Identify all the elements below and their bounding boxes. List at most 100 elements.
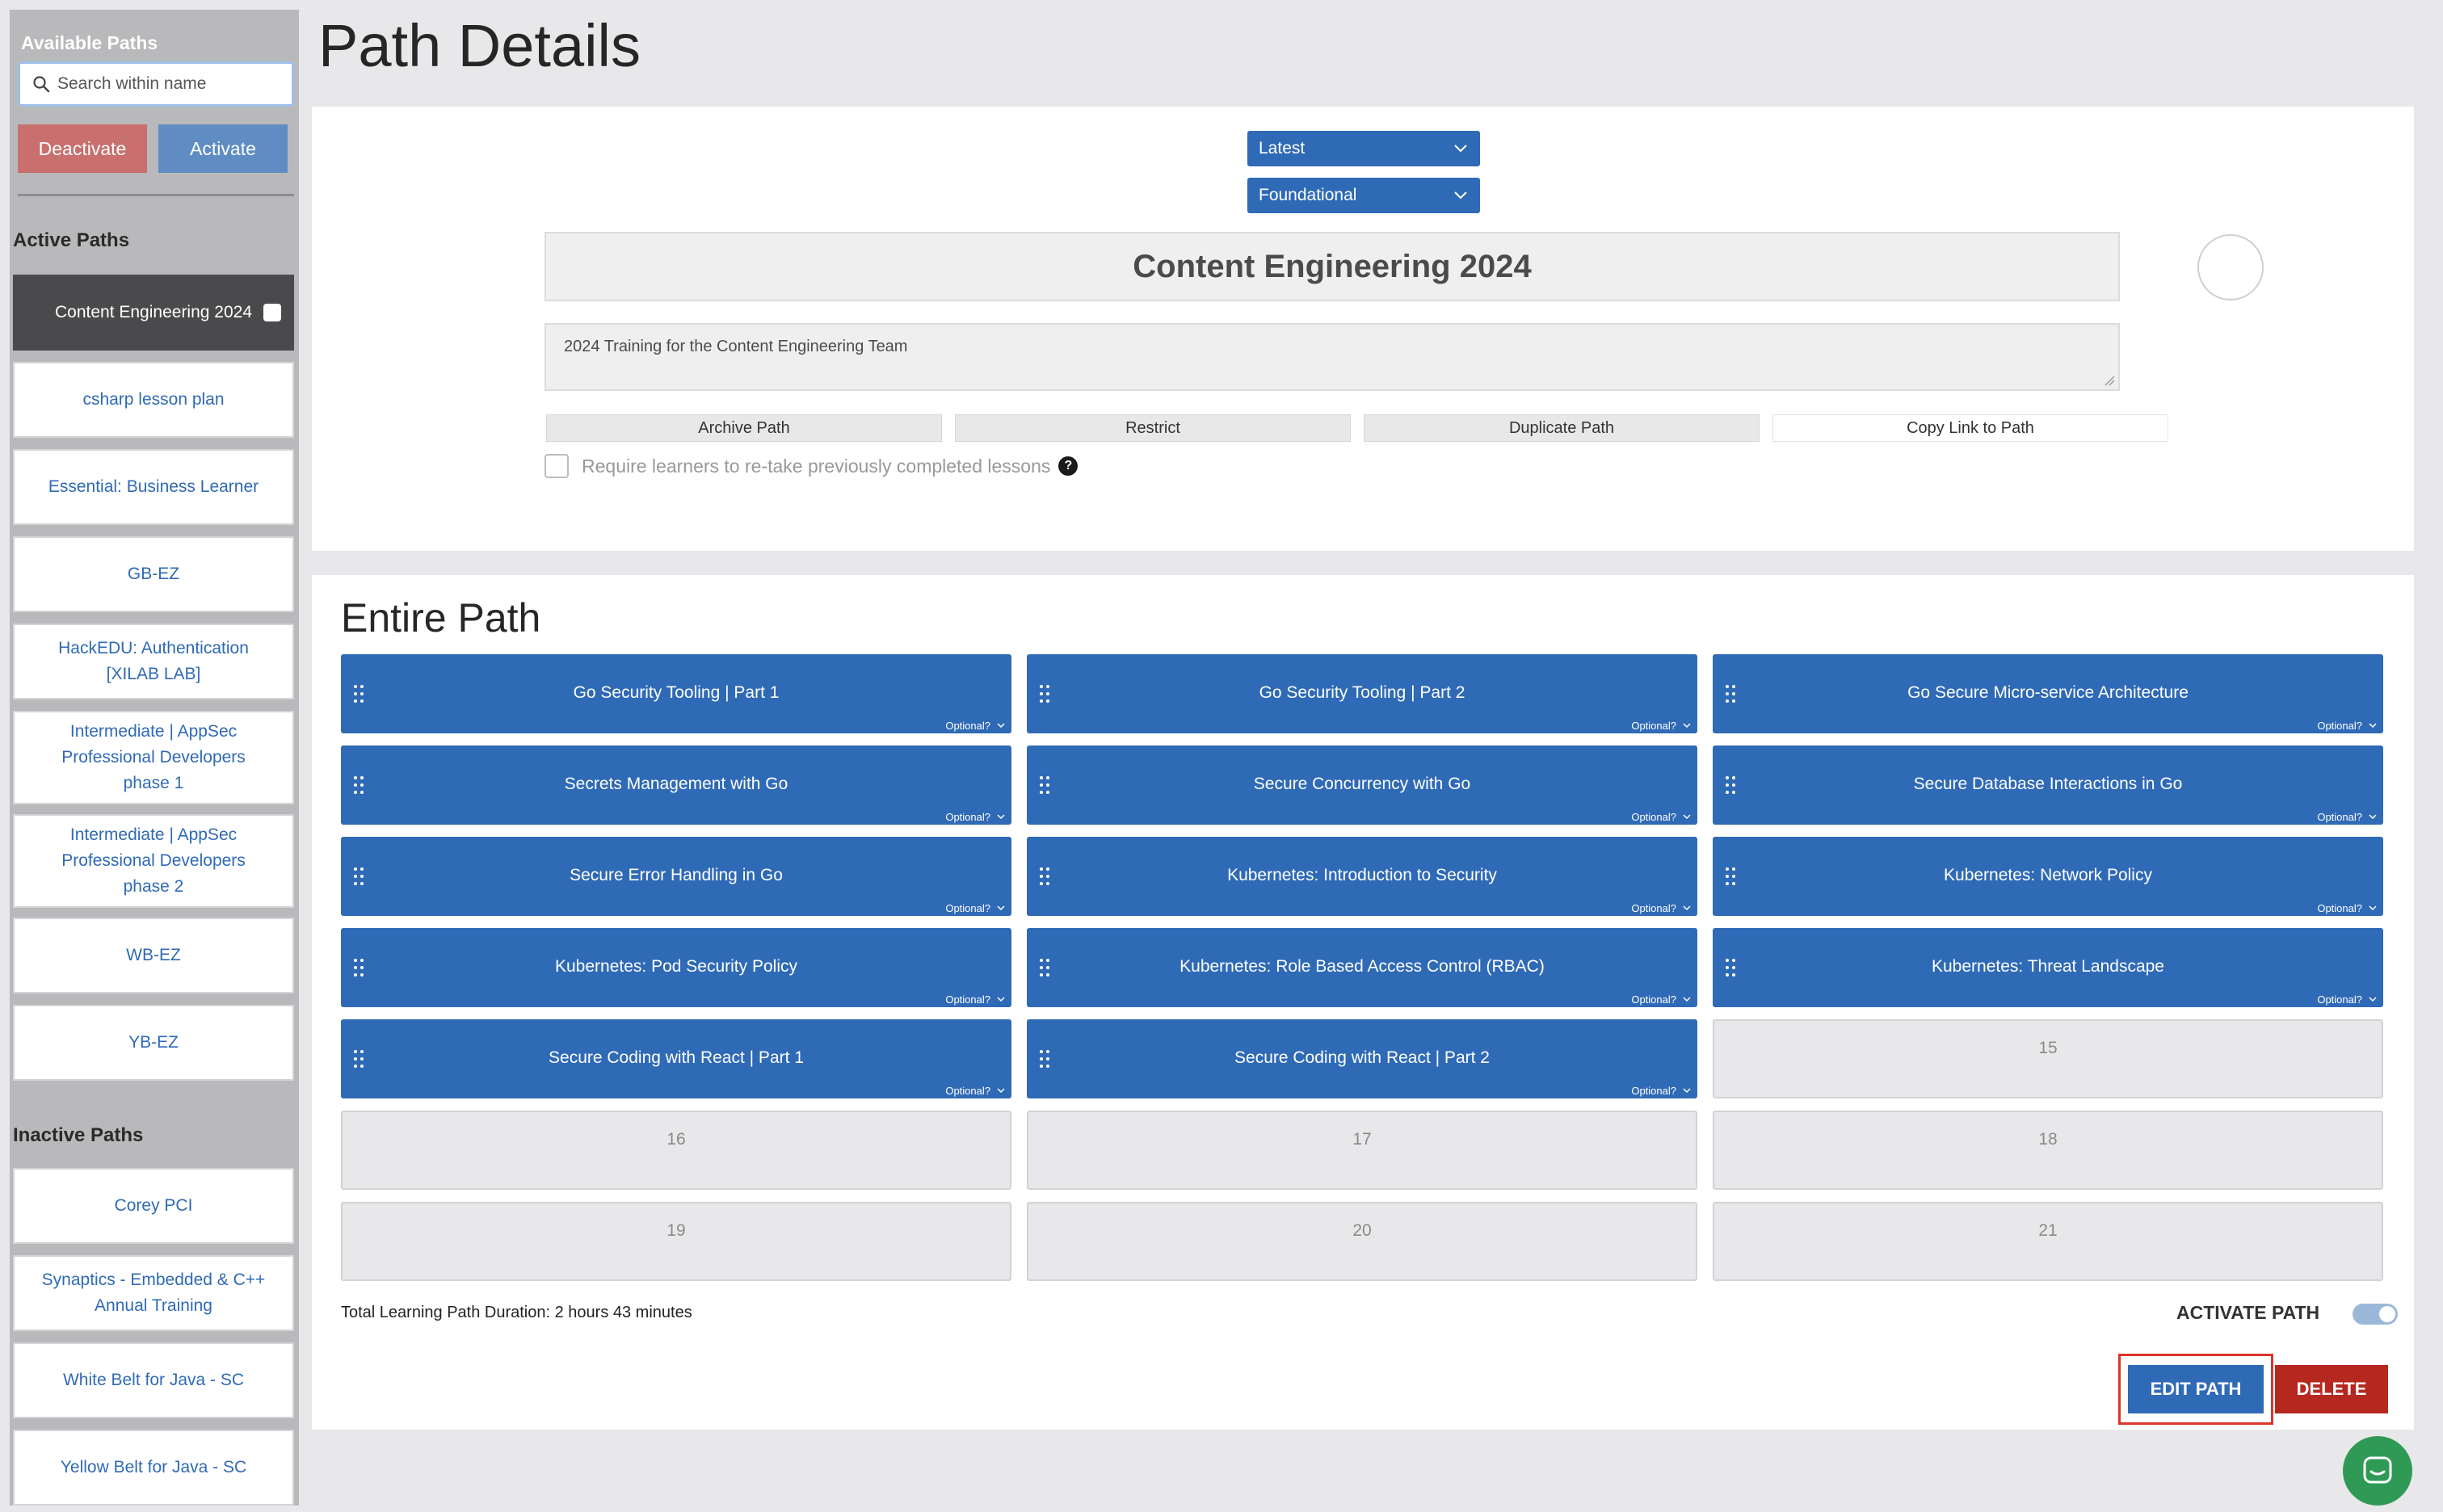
restrict-button[interactable]: Restrict xyxy=(955,414,1351,442)
path-item-synaptics-embedded[interactable]: Synaptics - Embedded & C++ Annual Traini… xyxy=(13,1255,294,1331)
resize-handle-icon[interactable] xyxy=(2104,375,2115,386)
chevron-down-icon[interactable] xyxy=(2369,721,2377,729)
activate-button[interactable]: Activate xyxy=(158,124,288,173)
lesson-tile[interactable]: Kubernetes: Introduction to Security Opt… xyxy=(1027,837,1697,916)
optional-label[interactable]: Optional? xyxy=(945,811,990,823)
path-item-label: WB-EZ xyxy=(126,946,181,964)
empty-slot[interactable]: 16 xyxy=(341,1111,1011,1190)
copy-link-button[interactable]: Copy Link to Path xyxy=(1772,414,2168,442)
lesson-tile[interactable]: Secrets Management with Go Optional? xyxy=(341,746,1011,825)
optional-label[interactable]: Optional? xyxy=(1631,993,1676,1006)
path-item-essential-business-learner[interactable]: Essential: Business Learner xyxy=(13,449,294,525)
chevron-down-icon[interactable] xyxy=(997,1086,1005,1094)
path-item-label: YB-EZ xyxy=(128,1033,179,1052)
description-field[interactable]: 2024 Training for the Content Engineerin… xyxy=(545,323,2120,391)
lesson-title: Secrets Management with Go xyxy=(564,775,788,793)
version-select[interactable]: Latest xyxy=(1247,131,1480,166)
selected-checkbox[interactable] xyxy=(263,304,281,321)
path-item-label: Intermediate | AppSec Professional Devel… xyxy=(61,722,246,792)
empty-slot[interactable]: 21 xyxy=(1713,1202,2383,1281)
optional-label[interactable]: Optional? xyxy=(945,720,990,732)
path-item-intermediate-appsec-phase-2[interactable]: Intermediate | AppSec Professional Devel… xyxy=(13,814,294,908)
duplicate-path-button[interactable]: Duplicate Path xyxy=(1364,414,1760,442)
chevron-down-icon[interactable] xyxy=(997,995,1005,1003)
chevron-down-icon[interactable] xyxy=(1683,904,1691,912)
path-item-label: Content Engineering 2024 xyxy=(54,303,253,321)
path-item-intermediate-appsec-phase-1[interactable]: Intermediate | AppSec Professional Devel… xyxy=(13,711,294,804)
path-item-hackedu-authentication[interactable]: HackEDU: Authentication [XILAB LAB] xyxy=(13,624,294,699)
optional-label[interactable]: Optional? xyxy=(1631,811,1676,823)
active-paths-heading: Active Paths xyxy=(13,229,130,251)
optional-label[interactable]: Optional? xyxy=(2317,811,2362,823)
lesson-tile[interactable]: Secure Error Handling in Go Optional? xyxy=(341,837,1011,916)
optional-label[interactable]: Optional? xyxy=(2317,720,2362,732)
empty-slot[interactable]: 19 xyxy=(341,1202,1011,1281)
search-input[interactable] xyxy=(57,74,284,94)
help-icon[interactable]: ? xyxy=(1058,456,1079,476)
path-item-corey-pci[interactable]: Corey PCI xyxy=(13,1168,294,1244)
lesson-tile[interactable]: Kubernetes: Pod Security Policy Optional… xyxy=(341,928,1011,1007)
optional-label[interactable]: Optional? xyxy=(945,993,990,1006)
lesson-tile[interactable]: Secure Database Interactions in Go Optio… xyxy=(1713,746,2383,825)
edit-path-button[interactable]: EDIT PATH xyxy=(2128,1365,2264,1413)
retake-checkbox[interactable] xyxy=(545,454,569,478)
chat-icon xyxy=(2363,1456,2392,1484)
chevron-down-icon[interactable] xyxy=(2369,995,2377,1003)
path-item-yellow-belt-java[interactable]: Yellow Belt for Java - SC xyxy=(13,1430,294,1506)
path-item-white-belt-java[interactable]: White Belt for Java - SC xyxy=(13,1342,294,1418)
lesson-tile[interactable]: Secure Coding with React | Part 2 Option… xyxy=(1027,1019,1697,1098)
path-item-yb-ez[interactable]: YB-EZ xyxy=(13,1005,294,1081)
chevron-down-icon[interactable] xyxy=(997,904,1005,912)
chevron-down-icon[interactable] xyxy=(1683,1086,1691,1094)
lesson-tile[interactable]: Secure Coding with React | Part 1 Option… xyxy=(341,1019,1011,1098)
path-item-label: GB-EZ xyxy=(127,565,180,583)
path-item-wb-ez[interactable]: WB-EZ xyxy=(13,918,294,993)
path-item-csharp-lesson-plan[interactable]: csharp lesson plan xyxy=(13,362,294,438)
lesson-tile[interactable]: Kubernetes: Network Policy Optional? xyxy=(1713,837,2383,916)
lesson-tile[interactable]: Kubernetes: Role Based Access Control (R… xyxy=(1027,928,1697,1007)
deactivate-button[interactable]: Deactivate xyxy=(18,124,147,173)
entire-path-title: Entire Path xyxy=(341,595,541,640)
chat-button[interactable] xyxy=(2343,1436,2412,1506)
lesson-tile[interactable]: Kubernetes: Threat Landscape Optional? xyxy=(1713,928,2383,1007)
archive-path-button[interactable]: Archive Path xyxy=(546,414,942,442)
chevron-down-icon[interactable] xyxy=(2369,813,2377,821)
description-text: 2024 Training for the Content Engineerin… xyxy=(564,338,908,355)
lesson-title: Secure Coding with React | Part 1 xyxy=(549,1048,804,1067)
optional-label[interactable]: Optional? xyxy=(2317,993,2362,1006)
empty-slot[interactable]: 15 xyxy=(1713,1019,2383,1098)
lesson-tile[interactable]: Go Security Tooling | Part 2 Optional? xyxy=(1027,654,1697,733)
slot-number: 19 xyxy=(666,1221,686,1240)
chevron-down-icon[interactable] xyxy=(997,813,1005,821)
optional-label[interactable]: Optional? xyxy=(1631,720,1676,732)
path-name-field[interactable]: Content Engineering 2024 xyxy=(545,232,2120,301)
optional-label[interactable]: Optional? xyxy=(1631,902,1676,914)
optional-label[interactable]: Optional? xyxy=(1631,1085,1676,1097)
empty-slot[interactable]: 18 xyxy=(1713,1111,2383,1190)
sidebar-divider xyxy=(18,194,294,196)
path-image-circle[interactable] xyxy=(2197,234,2264,300)
delete-button[interactable]: DELETE xyxy=(2275,1365,2388,1413)
level-select-value: Foundational xyxy=(1259,186,1357,204)
optional-label[interactable]: Optional? xyxy=(2317,902,2362,914)
activate-path-toggle[interactable] xyxy=(2353,1304,2398,1325)
chevron-down-icon[interactable] xyxy=(1683,721,1691,729)
chevron-down-icon[interactable] xyxy=(1683,813,1691,821)
lesson-tile[interactable]: Secure Concurrency with Go Optional? xyxy=(1027,746,1697,825)
chevron-down-icon[interactable] xyxy=(2369,904,2377,912)
lesson-tile[interactable]: Go Security Tooling | Part 1 Optional? xyxy=(341,654,1011,733)
level-select[interactable]: Foundational xyxy=(1247,178,1480,213)
optional-label[interactable]: Optional? xyxy=(945,1085,990,1097)
empty-slot[interactable]: 17 xyxy=(1027,1111,1697,1190)
lesson-tile[interactable]: Go Secure Micro-service Architecture Opt… xyxy=(1713,654,2383,733)
path-item-content-engineering-2024[interactable]: Content Engineering 2024 xyxy=(13,275,294,351)
path-item-label: White Belt for Java - SC xyxy=(62,1371,245,1389)
search-box[interactable] xyxy=(18,61,294,107)
empty-slot[interactable]: 20 xyxy=(1027,1202,1697,1281)
chevron-down-icon[interactable] xyxy=(997,721,1005,729)
path-item-label: Yellow Belt for Java - SC xyxy=(60,1458,247,1476)
optional-label[interactable]: Optional? xyxy=(945,902,990,914)
chevron-down-icon[interactable] xyxy=(1683,995,1691,1003)
path-item-gb-ez[interactable]: GB-EZ xyxy=(13,536,294,612)
lesson-title: Kubernetes: Threat Landscape xyxy=(1932,957,2164,976)
